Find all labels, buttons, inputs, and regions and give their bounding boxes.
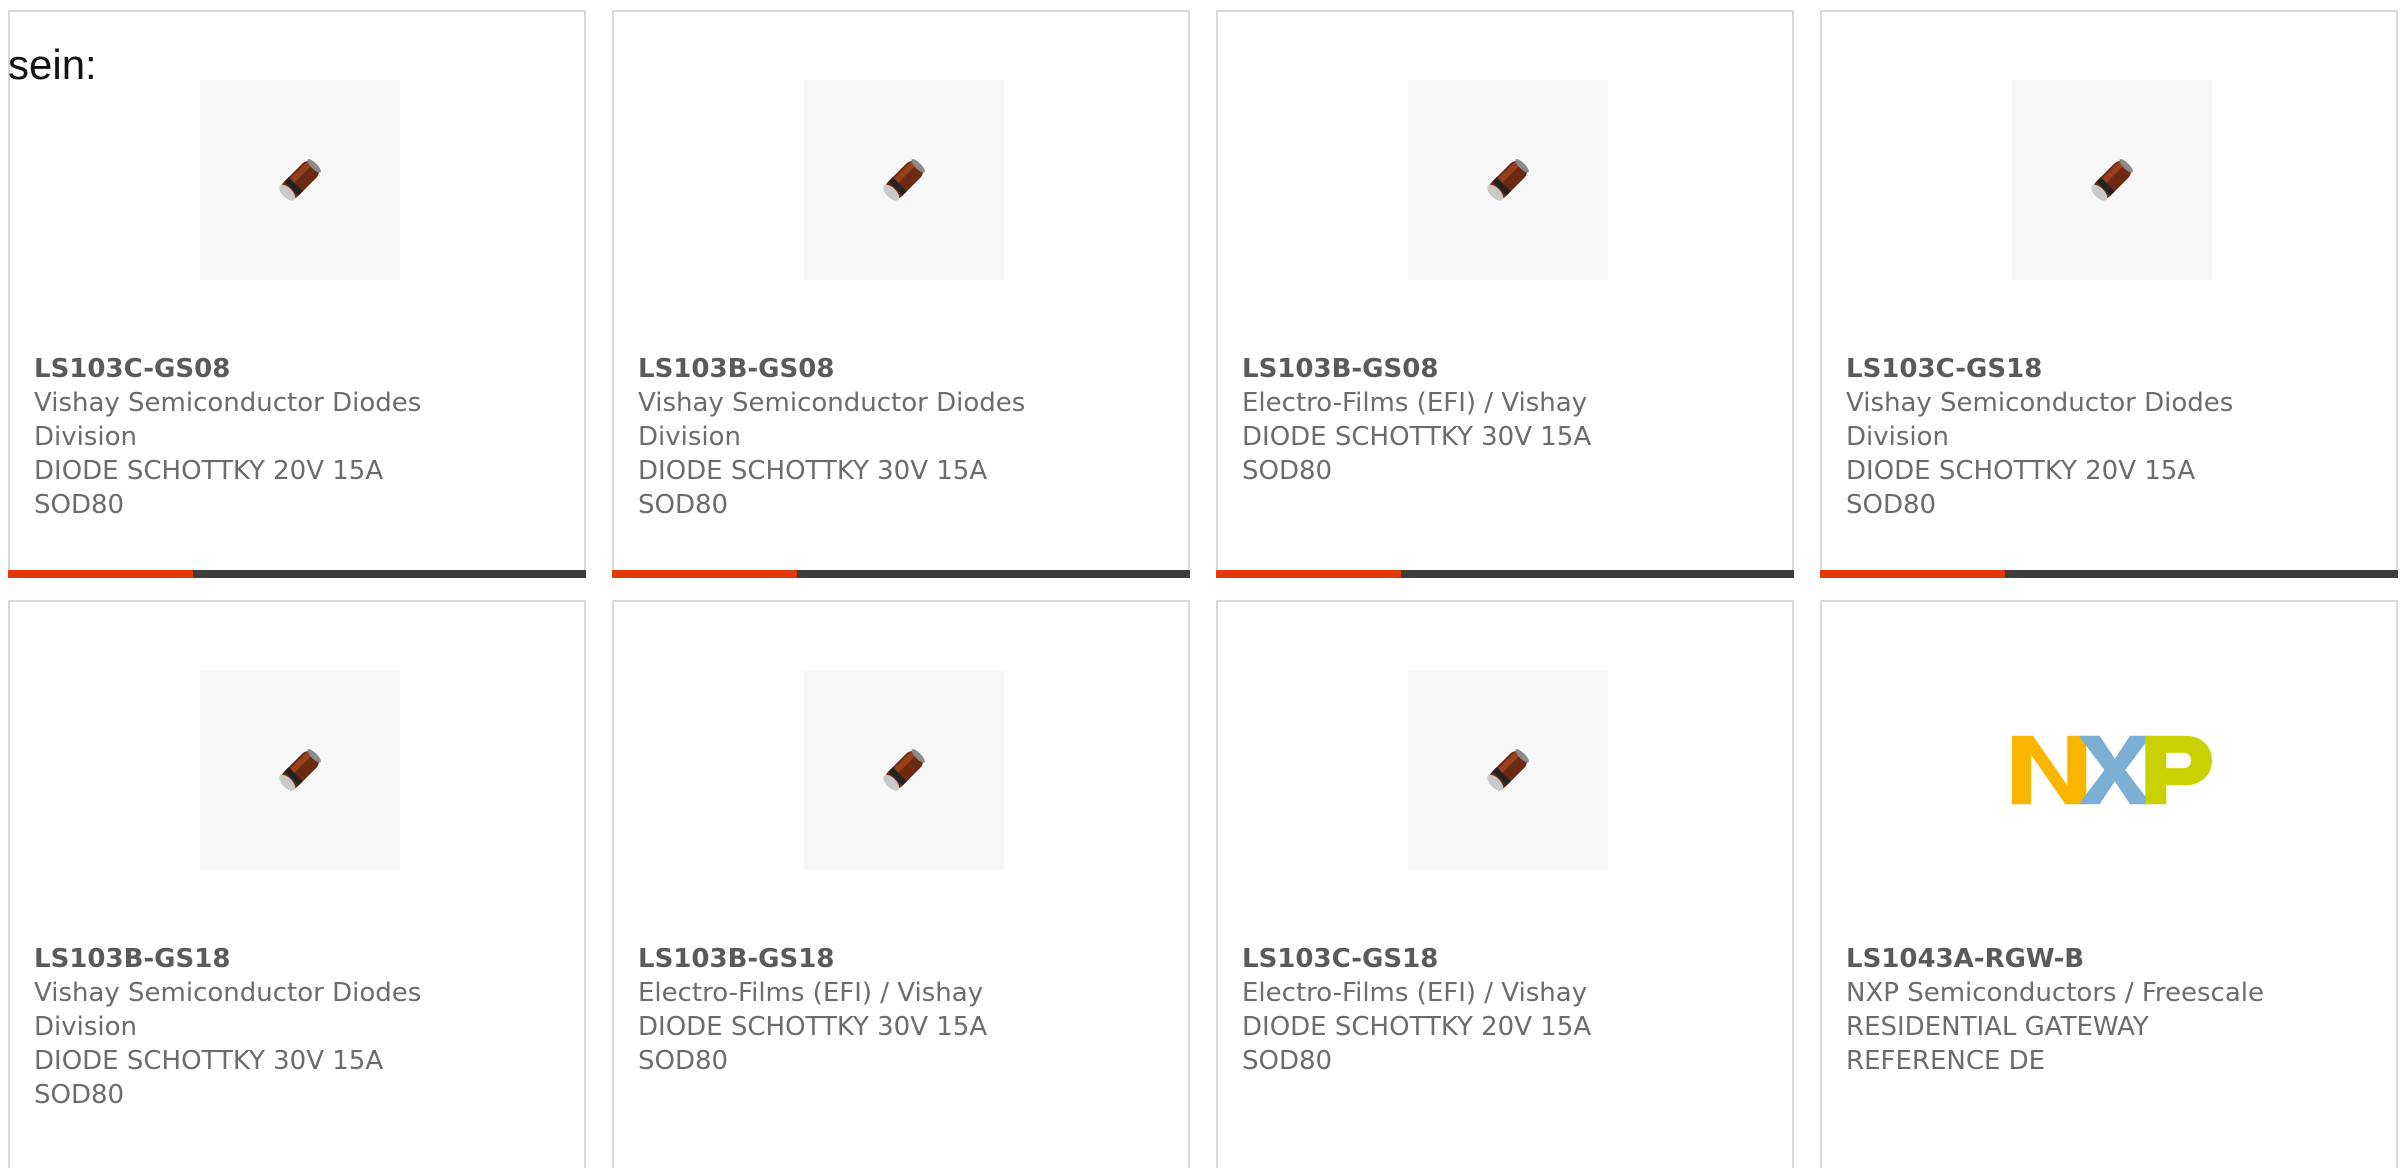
description-line: DIODE SCHOTTKY 20V 15A (1846, 456, 2196, 486)
description-line: DIODE SCHOTTKY 20V 15A (34, 456, 384, 486)
product-image[interactable] (2012, 80, 2212, 280)
product-info: LS1043A-RGW-B NXP Semiconductors / Freesc… (1846, 942, 2266, 1078)
diode-icon (1487, 749, 1529, 791)
manufacturer-line: Vishay Semiconductor Diodes (638, 388, 1026, 418)
description-line: DIODE SCHOTTKY 30V 15A (638, 456, 988, 486)
description-line: SOD80 (34, 1080, 125, 1110)
product-info: LS103C-GS08 Vishay Semiconductor Diodes Di… (34, 352, 454, 522)
product-card[interactable]: LS103C-GS08 Vishay Semiconductor Diodes Di… (8, 10, 586, 578)
description-line: DIODE SCHOTTKY 30V 15A (638, 1012, 988, 1042)
part-number[interactable]: LS103B-GS08 (638, 352, 1058, 386)
nxp-logo-image[interactable] (2012, 670, 2212, 870)
diode-icon (883, 749, 925, 791)
diode-icon (279, 159, 321, 201)
manufacturer-line: Electro-Films (EFI) / Vishay (1242, 978, 1588, 1008)
description-line: DIODE SCHOTTKY 20V 15A (1242, 1012, 1592, 1042)
product-card[interactable]: LS103C-GS18 Electro-Films (EFI) / Vishay D… (1216, 600, 1794, 1168)
manufacturer-line: NXP Semiconductors / Freescale (1846, 978, 2265, 1008)
product-card[interactable]: LS103B-GS08 Electro-Films (EFI) / Vishay D… (1216, 10, 1794, 578)
manufacturer-line: Vishay Semiconductor Diodes (34, 388, 422, 418)
progress-bar-fill (1820, 570, 2005, 578)
product-card[interactable]: LS103B-GS08 Vishay Semiconductor Diodes Di… (612, 10, 1190, 578)
diode-icon (279, 749, 321, 791)
progress-bar (612, 570, 1190, 578)
progress-bar (1820, 570, 2398, 578)
manufacturer-line: Electro-Films (EFI) / Vishay (1242, 388, 1588, 418)
product-card[interactable]: LS103B-GS18 Electro-Films (EFI) / Vishay D… (612, 600, 1190, 1168)
manufacturer-line: Division (34, 422, 138, 452)
diode-icon (883, 159, 925, 201)
manufacturer-line: Division (638, 422, 742, 452)
manufacturer-line: Division (34, 1012, 138, 1042)
manufacturer-line: Vishay Semiconductor Diodes (34, 978, 422, 1008)
part-number[interactable]: LS103B-GS18 (34, 942, 454, 976)
product-image[interactable] (804, 80, 1004, 280)
product-card[interactable]: LS1043A-RGW-B NXP Semiconductors / Freesc… (1820, 600, 2398, 1168)
description-line: SOD80 (638, 490, 729, 520)
diode-icon (1487, 159, 1529, 201)
product-image[interactable] (1408, 670, 1608, 870)
product-image[interactable] (1408, 80, 1608, 280)
product-info: LS103C-GS18 Vishay Semiconductor Diodes Di… (1846, 352, 2266, 522)
product-info: LS103B-GS08 Electro-Films (EFI) / Vishay D… (1242, 352, 1662, 488)
progress-bar (1216, 570, 1794, 578)
description-line: SOD80 (638, 1046, 729, 1076)
description-line: RESIDENTIAL GATEWAY (1846, 1012, 2149, 1042)
description-line: DIODE SCHOTTKY 30V 15A (34, 1046, 384, 1076)
part-number[interactable]: LS103C-GS18 (1242, 942, 1662, 976)
description-line: REFERENCE DE (1846, 1046, 2046, 1076)
product-image[interactable] (200, 80, 400, 280)
progress-bar-fill (8, 570, 193, 578)
product-info: LS103C-GS18 Electro-Films (EFI) / Vishay D… (1242, 942, 1662, 1078)
diode-icon (2091, 159, 2133, 201)
part-number[interactable]: LS103C-GS08 (34, 352, 454, 386)
progress-bar-fill (612, 570, 797, 578)
product-card[interactable]: LS103B-GS18 Vishay Semiconductor Diodes Di… (8, 600, 586, 1168)
manufacturer-line: Division (1846, 422, 1950, 452)
part-number[interactable]: LS103B-GS08 (1242, 352, 1662, 386)
product-image[interactable] (200, 670, 400, 870)
manufacturer-line: Vishay Semiconductor Diodes (1846, 388, 2234, 418)
part-number[interactable]: LS103C-GS18 (1846, 352, 2266, 386)
description-line: SOD80 (1846, 490, 1937, 520)
description-line: SOD80 (34, 490, 125, 520)
manufacturer-line: Electro-Films (EFI) / Vishay (638, 978, 984, 1008)
nxp-logo-icon (2012, 735, 2212, 805)
product-card[interactable]: LS103C-GS18 Vishay Semiconductor Diodes Di… (1820, 10, 2398, 578)
part-number[interactable]: LS103B-GS18 (638, 942, 1058, 976)
page-heading: sein: (8, 41, 97, 88)
part-number[interactable]: LS1043A-RGW-B (1846, 942, 2266, 976)
product-info: LS103B-GS08 Vishay Semiconductor Diodes Di… (638, 352, 1058, 522)
description-line: SOD80 (1242, 1046, 1333, 1076)
description-line: DIODE SCHOTTKY 30V 15A (1242, 422, 1592, 452)
description-line: SOD80 (1242, 456, 1333, 486)
progress-bar (8, 570, 586, 578)
progress-bar-fill (1216, 570, 1401, 578)
product-info: LS103B-GS18 Vishay Semiconductor Diodes Di… (34, 942, 454, 1112)
product-image[interactable] (804, 670, 1004, 870)
product-info: LS103B-GS18 Electro-Films (EFI) / Vishay D… (638, 942, 1058, 1078)
